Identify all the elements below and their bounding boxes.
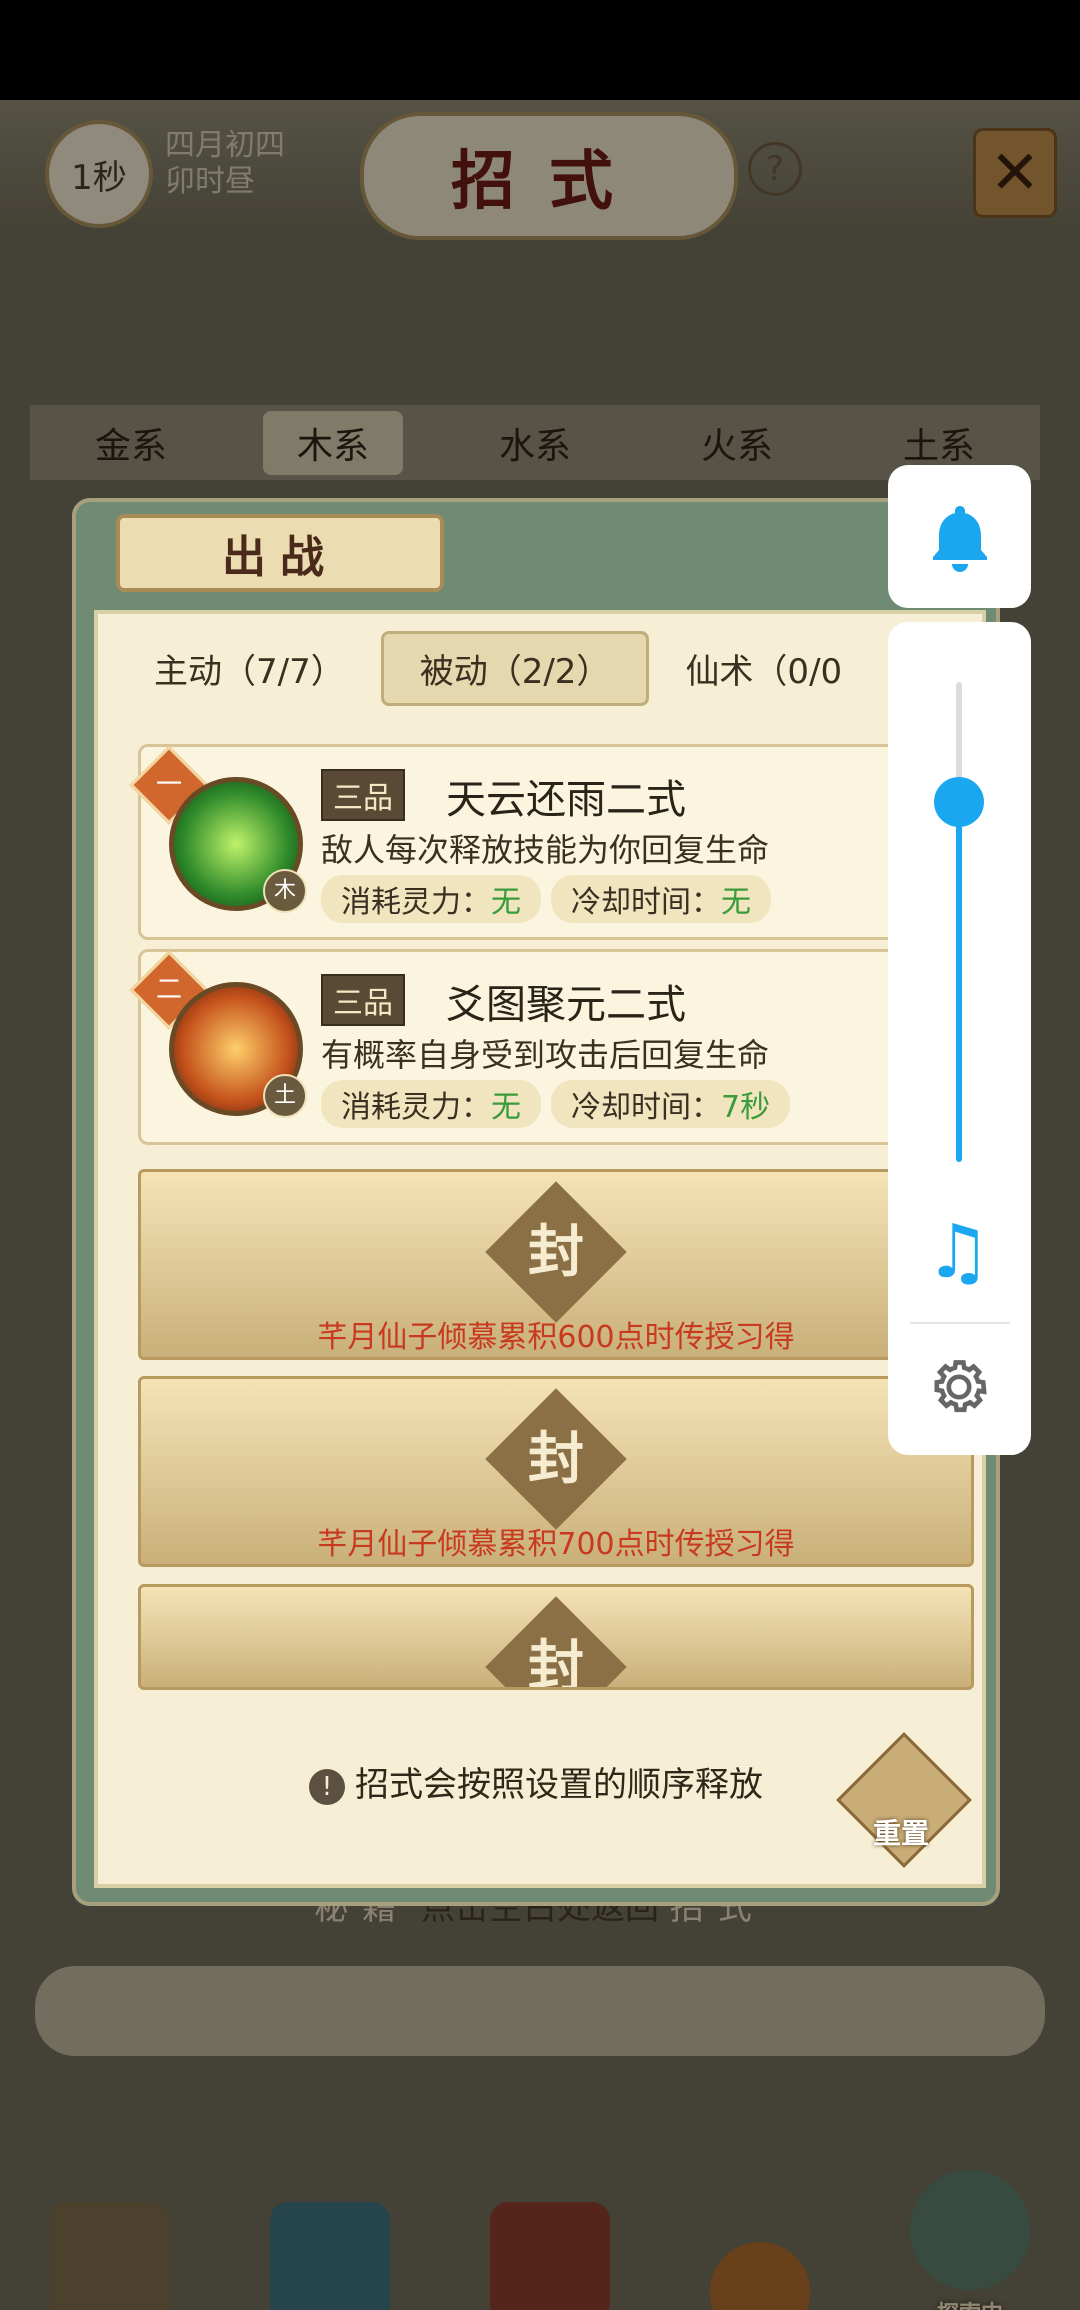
cost-stat: 消耗灵力：无 <box>321 1080 541 1128</box>
page-title: 招式 <box>360 112 738 240</box>
lunar-date-time: 卯时昼 <box>165 164 255 199</box>
skill-type-tabs: 主动（7/7） 被动（2/2） 仙术（0/0 <box>118 630 978 706</box>
lunar-date: 四月初四 卯时昼 <box>165 128 285 200</box>
tab-wood[interactable]: 木系 <box>262 410 403 475</box>
nav-dongfu[interactable]: 洞府 <box>270 2202 390 2310</box>
skill-description: 敌人每次释放技能为你回复生命 <box>321 831 770 869</box>
bell-icon <box>932 505 987 572</box>
panel-body: 主动（7/7） 被动（2/2） 仙术（0/0 一 木 三品 天云还雨二式 敌人每… <box>94 610 994 1888</box>
help-button[interactable]: ? <box>748 142 802 196</box>
cooldown-stat: 冷却时间：7秒 <box>551 1080 791 1128</box>
nav-xuanjing[interactable]: 玄境 <box>50 2202 170 2310</box>
close-button[interactable]: ✕ <box>973 128 1057 218</box>
landscape-icon <box>910 2170 1030 2290</box>
element-tabs: 金系 木系 水系 火系 土系 <box>30 405 1040 480</box>
notice-text: 招式会按照设置的顺序释放 <box>355 1765 763 1805</box>
skill-card[interactable]: 一 木 三品 天云还雨二式 敌人每次释放技能为你回复生命 消耗灵力：无 冷却时间… <box>129 744 994 940</box>
music-note-icon[interactable]: ♫ <box>918 1212 998 1292</box>
volume-slider-thumb[interactable] <box>934 777 984 827</box>
skill-card[interactable]: 二 土 三品 爻图聚元二式 有概率自身受到攻击后回复生命 消耗灵力：无 冷却时间… <box>129 949 994 1145</box>
bottom-scroll-bar <box>35 1966 1045 2056</box>
element-badge: 木 <box>263 869 307 913</box>
tab-water[interactable]: 水系 <box>465 411 605 475</box>
cost-stat: 消耗灵力：无 <box>321 875 541 923</box>
divider <box>910 1322 1010 1324</box>
unlock-condition: 芊月仙子倾慕累积600点时传授习得 <box>317 1320 795 1355</box>
seal-mark: 封 <box>528 1426 584 1492</box>
top-bar: 1秒 四月初四 卯时昼 招式 ? ✕ <box>0 100 1080 240</box>
tab-passive-skills[interactable]: 被动（2/2） <box>380 630 650 706</box>
nav-xingnang[interactable]: 行囊 <box>710 2242 810 2310</box>
info-icon: ! <box>309 1768 345 1805</box>
grade-badge: 三品 <box>321 974 405 1026</box>
grade-badge: 三品 <box>321 769 405 821</box>
bottom-nav: 玄境 洞府 师门 行囊 探索中人间 <box>0 2170 1080 2310</box>
skill-name: 爻图聚元二式 <box>446 982 686 1028</box>
element-badge: 土 <box>263 1074 307 1118</box>
lunar-date-day: 四月初四 <box>165 128 285 163</box>
tab-fire[interactable]: 火系 <box>667 411 807 475</box>
scroll-icon <box>50 2202 170 2310</box>
close-icon: ✕ <box>989 138 1041 208</box>
skill-panel: 出战 主动（7/7） 被动（2/2） 仙术（0/0 一 木 三品 天云还雨二式 … <box>72 498 1000 1906</box>
tab-spells[interactable]: 仙术（0/0 <box>649 634 878 703</box>
nav-shimen[interactable]: 师门 <box>490 2202 610 2310</box>
volume-panel: ♫ <box>888 622 1031 1455</box>
skill-description: 有概率自身受到攻击后回复生命 <box>321 1036 770 1074</box>
panel-tag: 出战 <box>116 514 444 592</box>
seal-mark: 封 <box>528 1634 584 1690</box>
tab-metal[interactable]: 金系 <box>61 411 201 475</box>
unlock-condition: 芊月仙子倾慕累积700点时传授习得 <box>317 1527 795 1562</box>
banner-icon <box>490 2202 610 2310</box>
sealed-slot[interactable]: 封 芊月仙子倾慕累积600点时传授习得 <box>138 1169 974 1360</box>
sealed-slot[interactable]: 封 <box>138 1584 974 1690</box>
cooldown-stat: 冷却时间：无 <box>551 875 771 923</box>
explore-badge: 探索中 <box>910 2296 1030 2310</box>
seal-mark: 封 <box>528 1219 584 1285</box>
gear-icon[interactable] <box>924 1352 994 1422</box>
timer-badge: 1秒 <box>45 120 153 228</box>
pavilion-icon <box>270 2202 390 2310</box>
volume-slider-fill <box>956 802 962 1162</box>
sealed-slot[interactable]: 封 芊月仙子倾慕累积700点时传授习得 <box>138 1376 974 1567</box>
bag-icon <box>710 2242 810 2310</box>
nav-renjian[interactable]: 探索中人间 <box>910 2170 1030 2310</box>
reset-button[interactable]: 重置 <box>846 1812 956 1852</box>
tab-active-skills[interactable]: 主动（7/7） <box>118 634 381 703</box>
skill-name: 天云还雨二式 <box>446 777 686 823</box>
ringer-mode-button[interactable] <box>888 465 1031 608</box>
